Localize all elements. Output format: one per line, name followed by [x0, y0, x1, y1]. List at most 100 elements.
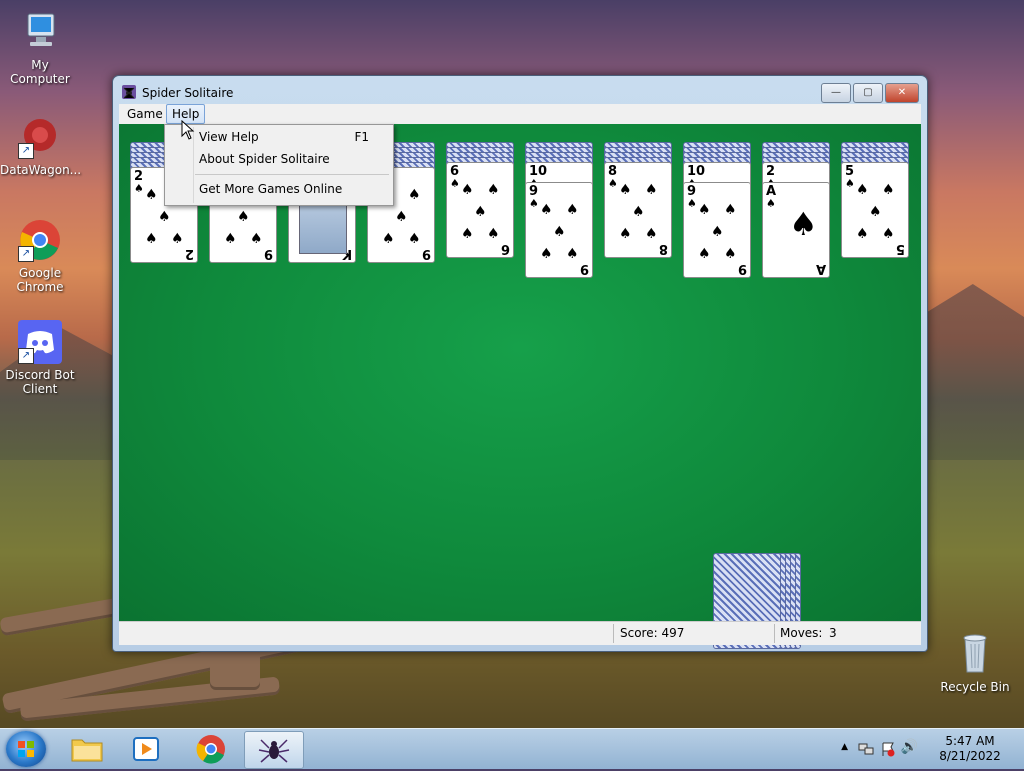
menu-item-about[interactable]: About Spider Solitaire [165, 149, 391, 169]
desktop-icon-label: Google Chrome [16, 266, 64, 294]
action-center-flag-icon[interactable] [880, 741, 896, 757]
desktop-icon-label: My Computer [10, 58, 70, 86]
taskbar-spider-solitaire-button[interactable] [244, 731, 304, 769]
spade-icon: ♠ [237, 209, 250, 225]
desktop-icon-google-chrome[interactable]: ↗ Google Chrome [0, 218, 80, 294]
close-button[interactable]: ✕ [885, 83, 919, 103]
taskbar-explorer-button[interactable] [58, 731, 116, 767]
spade-icon: ♠ [461, 182, 474, 198]
spade-icon: ♠ [869, 204, 882, 220]
spade-icon: ♠ [158, 209, 171, 225]
spade-icon: ♠ [766, 197, 776, 210]
spade-icon: ♠ [145, 231, 158, 247]
menubar: Game Help [119, 104, 921, 124]
shortcut-arrow-icon: ↗ [18, 143, 34, 159]
spade-icon: ♠ [698, 202, 711, 218]
playing-card[interactable]: 8 ♠ 8 ♠ ♠ ♠ ♠ ♠ [604, 162, 672, 258]
desktop-icon-label: DataWagon... [0, 163, 82, 177]
spade-icon: ♠ [487, 226, 500, 242]
spade-icon: ♠ [632, 204, 645, 220]
card-rank-corner: 5 [895, 241, 905, 256]
maximize-button[interactable]: ▢ [853, 83, 883, 103]
spade-icon: ♠ [619, 226, 632, 242]
minimize-button[interactable]: — [821, 83, 851, 103]
menu-item-label: View Help [199, 130, 259, 144]
spade-icon: ♠ [687, 197, 697, 210]
taskbar-media-player-button[interactable] [118, 731, 176, 767]
tableau-column[interactable]: 8 ♠ 8 ♠ ♠ ♠ ♠ ♠ [604, 142, 674, 292]
spade-icon: ♠ [789, 205, 818, 243]
score-display: Score: 497 [620, 626, 685, 640]
spade-icon: ♠ [540, 202, 553, 218]
spade-icon: ♠ [845, 177, 855, 190]
spade-icon: ♠ [461, 226, 474, 242]
spade-icon: ♠ [619, 182, 632, 198]
spade-icon: ♠ [540, 246, 553, 262]
tableau-column[interactable]: 10♠9♠9♠♠♠♠♠ [525, 142, 595, 292]
clock[interactable]: 5:47 AM 8/21/2022 [930, 734, 1010, 764]
spade-icon: ♠ [224, 231, 237, 247]
spade-icon: ♠ [698, 246, 711, 262]
card-rank-corner: 8 [658, 241, 668, 256]
show-hidden-icons-icon[interactable]: ▲ [841, 742, 848, 752]
window-title: Spider Solitaire [142, 86, 234, 100]
menu-item-get-more-games[interactable]: Get More Games Online [165, 179, 391, 199]
start-button[interactable] [6, 731, 46, 767]
spade-icon: ♠ [645, 226, 658, 242]
spade-icon: ♠ [645, 182, 658, 198]
minimize-icon: — [831, 87, 841, 98]
menu-item-view-help[interactable]: View Help F1 [165, 127, 391, 147]
recycle-bin-icon [953, 632, 997, 676]
playing-card[interactable]: 6 ♠ 6 ♠ ♠ ♠ ♠ ♠ [446, 162, 514, 258]
spade-icon: ♠ [608, 177, 618, 190]
discord-icon: ↗ [18, 320, 62, 364]
menu-game[interactable]: Game [122, 105, 168, 123]
windows-logo-icon [18, 741, 34, 757]
playing-card[interactable]: 9♠9♠♠♠♠♠ [525, 182, 593, 278]
desktop-icon-recycle-bin[interactable]: Recycle Bin [935, 632, 1015, 694]
window-titlebar[interactable]: Spider Solitaire — ▢ ✕ [113, 76, 927, 104]
card-rank-corner: 9 [263, 246, 273, 261]
spade-icon: ♠ [711, 224, 724, 240]
shortcut-arrow-icon: ↗ [18, 246, 34, 262]
desktop-icon-my-computer[interactable]: My Computer [0, 10, 80, 86]
playing-card[interactable]: A ♠ A ♠ [762, 182, 830, 278]
spade-icon: ♠ [724, 202, 737, 218]
card-rank-corner: 9 [737, 261, 747, 276]
playing-card[interactable]: 5 ♠ 5 ♠ ♠ ♠ ♠ ♠ [841, 162, 909, 258]
menu-item-label: About Spider Solitaire [199, 152, 330, 166]
tableau-column[interactable]: 2♠A♠A♠ [762, 142, 832, 292]
spade-icon: ♠ [882, 182, 895, 198]
desktop-icon-datawagon[interactable]: ↗ DataWagon... [0, 115, 82, 177]
tableau-column[interactable]: 5 ♠ 5 ♠ ♠ ♠ ♠ ♠ [841, 142, 911, 292]
network-icon[interactable] [858, 741, 874, 757]
tableau-column[interactable]: 6 ♠ 6 ♠ ♠ ♠ ♠ ♠ [446, 142, 516, 292]
clock-date: 8/21/2022 [939, 749, 1001, 763]
statusbar-divider [613, 624, 614, 643]
clock-time: 5:47 AM [945, 734, 995, 748]
spade-icon: ♠ [250, 231, 263, 247]
spade-icon: ♠ [474, 204, 487, 220]
card-rank-corner: A [815, 261, 826, 276]
menu-item-shortcut: F1 [354, 130, 369, 144]
wallpaper-fence-rail [0, 597, 121, 637]
wallpaper-fence-post [210, 650, 260, 690]
spider-app-icon [121, 84, 137, 100]
moves-value: 3 [829, 626, 837, 640]
taskbar-chrome-button[interactable] [182, 731, 240, 767]
spade-icon: ♠ [566, 246, 579, 262]
computer-icon [18, 10, 62, 54]
volume-icon[interactable]: 🔊 [901, 739, 918, 755]
desktop-icon-discord-bot-client[interactable]: ↗ Discord Bot Client [0, 320, 80, 396]
desktop-icon-label: Recycle Bin [940, 680, 1010, 694]
spider-icon [258, 739, 290, 763]
card-rank-corner: 9 [579, 261, 589, 276]
playing-card[interactable]: 9♠9♠♠♠♠♠ [683, 182, 751, 278]
menu-separator [195, 174, 389, 175]
media-player-icon [133, 737, 159, 761]
card-rank-corner: 6 [500, 241, 510, 256]
card-rank-corner: 9 [421, 246, 431, 261]
statusbar: Score: 497 Moves: 3 [119, 621, 921, 645]
mouse-cursor-icon [181, 120, 195, 140]
tableau-column[interactable]: 10♠9♠9♠♠♠♠♠ [683, 142, 753, 292]
